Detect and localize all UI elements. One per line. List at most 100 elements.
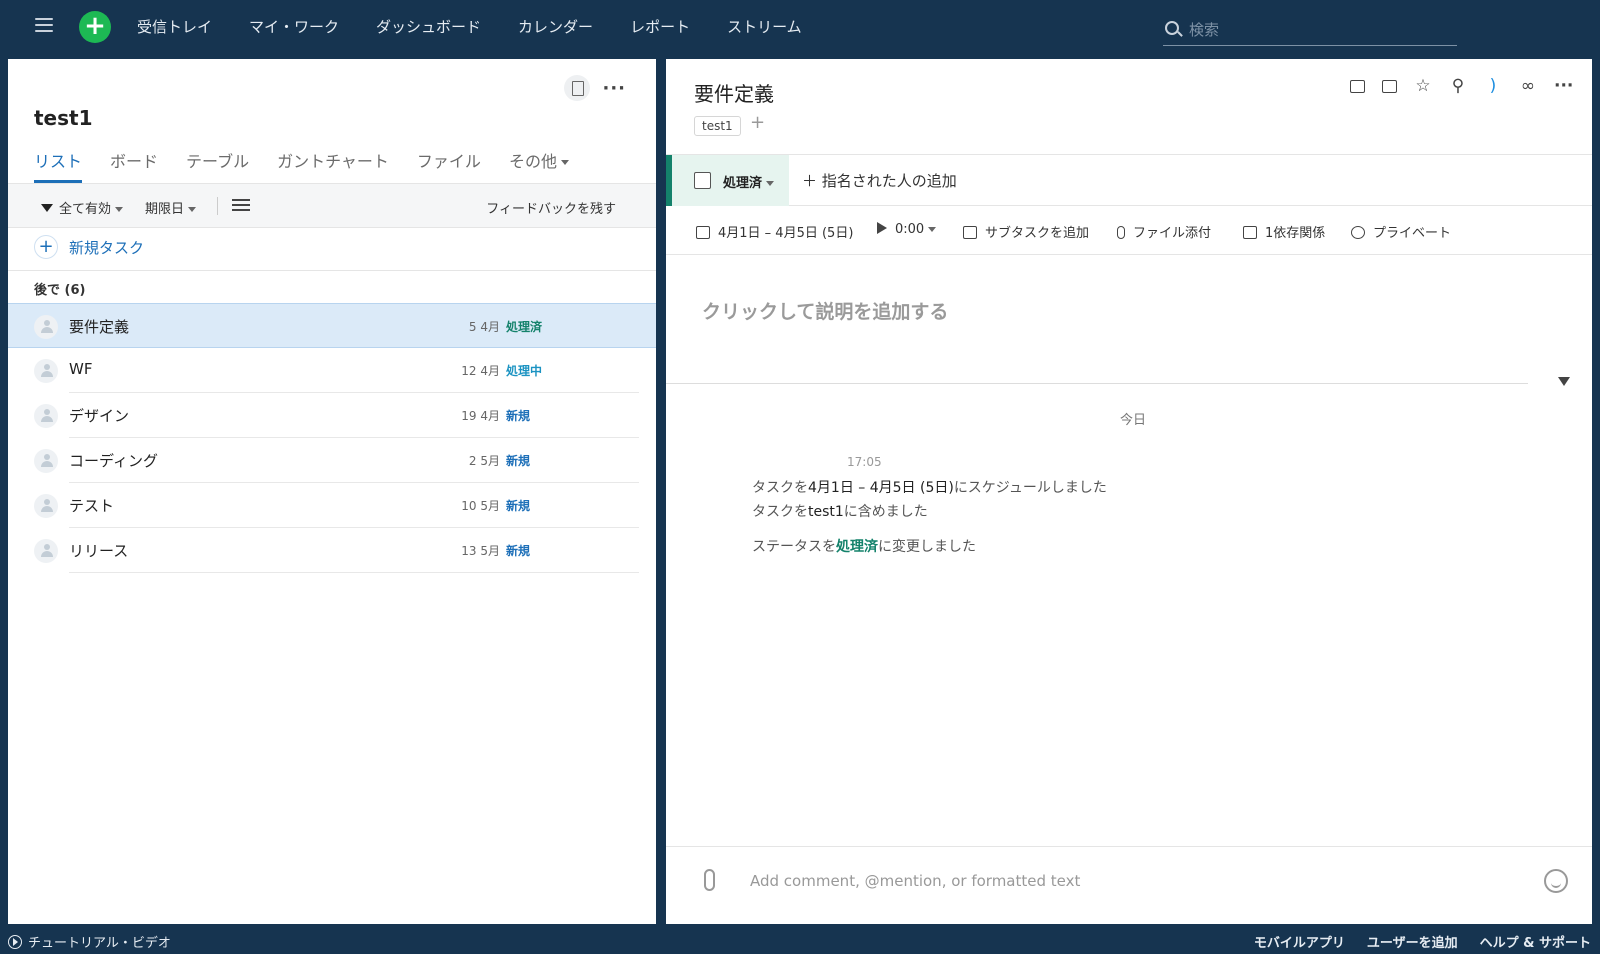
comment-bar [666,846,1592,924]
status-badge[interactable]: 処理済 [506,318,542,335]
group-header[interactable]: 後で (6) [34,279,85,298]
assign-user-icon[interactable] [34,404,58,428]
activity-text: に変更しました [878,539,976,555]
add-user-link[interactable]: ユーザーを追加 [1367,932,1458,951]
status-badge[interactable]: 新規 [506,452,530,469]
table-row[interactable]: コーディング 2 5月 新規 [8,438,656,483]
nav-inbox[interactable]: 受信トレイ [137,16,212,37]
paperclip-icon[interactable] [704,869,715,891]
activity-text: ステータスを [752,539,836,555]
task-date: 19 4月 [461,409,500,423]
task-meta-row: 4月1日 – 4月5日 (5日) 0:00 サブタスクを追加 ファイル添付 1依… [666,207,1592,255]
notes-icon[interactable] [564,75,591,101]
nav-stream[interactable]: ストリーム [727,16,802,37]
activity-entry: ステータスを処理済に変更しました [752,536,976,556]
task-title[interactable]: 要件定義 [694,78,774,107]
task-name[interactable]: コーディング [69,450,158,471]
table-row[interactable]: テスト 10 5月 新規 [8,483,656,528]
pin-icon[interactable]: ⚲ [1449,77,1467,95]
table-row[interactable]: デザイン 19 4月 新規 [8,393,656,438]
new-task-button[interactable]: + 新規タスク [34,235,144,259]
status-dropdown[interactable]: 処理済 [666,155,789,206]
time-tracker[interactable]: 0:00 [877,222,937,237]
status-badge[interactable]: 新規 [506,497,530,514]
follow-icon[interactable]: ) [1484,77,1502,95]
share-label: プライベート [1373,226,1452,241]
tutorial-link[interactable]: チュートリアル・ビデオ [8,932,171,951]
tutorial-label: チュートリアル・ビデオ [28,936,171,951]
activity-entry: タスクをtest1に含めました [752,501,928,521]
tab-list[interactable]: リスト [34,148,83,183]
comment-input[interactable] [750,867,1510,895]
menu-icon[interactable] [35,18,53,36]
calendar-add-icon[interactable] [1382,79,1397,93]
task-name[interactable]: テスト [69,495,114,516]
assign-user-icon[interactable] [34,494,58,518]
task-name[interactable]: WF [69,360,92,378]
help-link[interactable]: ヘルプ & サポート [1480,932,1591,951]
date-range[interactable]: 4月1日 – 4月5日 (5日) [696,222,853,241]
feedback-link[interactable]: フィードバックを残す [486,198,616,217]
project-tag[interactable]: test1 [694,116,741,136]
status-badge[interactable]: 新規 [506,407,530,424]
assign-user-icon[interactable] [34,449,58,473]
task-name[interactable]: リリース [69,540,128,561]
activity-text: タスクを [752,480,808,496]
tab-more-label: その他 [508,152,557,171]
tab-board[interactable]: ボード [110,148,158,183]
description-field[interactable]: クリックして説明を追加する [702,297,948,324]
play-icon [8,934,22,949]
activity-entry: タスクを4月1日 – 4月5日 (5日)にスケジュールしました [752,477,1107,497]
task-name[interactable]: デザイン [69,405,129,426]
table-row[interactable]: 要件定義 5 4月 処理済 [8,303,656,348]
add-subtask-button[interactable]: サブタスクを追加 [963,222,1089,241]
mobile-app-link[interactable]: モバイルアプリ [1254,932,1345,951]
emoji-icon[interactable] [1544,869,1568,893]
more-icon[interactable]: ··· [602,78,626,99]
new-task-label: 新規タスク [69,238,145,257]
task-actions: ☆ ⚲ ) ∞ ··· [1333,77,1573,95]
search-input[interactable] [1189,18,1449,42]
attach-file-button[interactable]: ファイル添付 [1117,222,1211,241]
activity-value: test1 [808,504,844,520]
filter-icon[interactable] [1558,377,1570,386]
calendar-icon [696,226,710,239]
create-button[interactable]: + [79,11,111,43]
link-icon[interactable]: ∞ [1519,77,1537,95]
tab-files[interactable]: ファイル [417,148,481,183]
chevron-down-icon [188,207,197,212]
task-list: 要件定義 5 4月 処理済 WF 12 4月 処理中 デザイン 19 4月 新規… [8,303,656,573]
status-filter[interactable]: 全て有効 [41,198,124,217]
nav-my-work[interactable]: マイ・ワーク [249,16,339,37]
nav-reports[interactable]: レポート [630,16,690,37]
table-row[interactable]: WF 12 4月 処理中 [8,348,656,393]
checklist-icon[interactable] [232,199,250,213]
assign-user-icon[interactable] [34,539,58,563]
tab-gantt[interactable]: ガントチャート [277,148,389,183]
status-badge[interactable]: 新規 [506,542,530,559]
task-name[interactable]: 要件定義 [69,316,129,337]
more-icon[interactable]: ··· [1554,77,1573,95]
complete-checkbox[interactable] [694,172,711,189]
chevron-down-icon [928,227,937,232]
tab-table[interactable]: テーブル [186,148,249,183]
attach-file-label: ファイル添付 [1133,226,1212,241]
dependencies-button[interactable]: 1依存関係 [1243,222,1325,241]
due-date-sort[interactable]: 期限日 [145,198,197,217]
nav-dashboard[interactable]: ダッシュボード [376,16,481,37]
table-row[interactable]: リリース 13 5月 新規 [8,528,656,573]
filter-bar: 全て有効 期限日 フィードバックを残す [8,183,656,228]
add-assignee-button[interactable]: ＋ 指名された人の追加 [802,170,957,191]
add-tag-button[interactable]: + [750,112,765,133]
nav-calendar[interactable]: カレンダー [518,16,593,37]
copy-icon[interactable] [1350,79,1365,93]
chevron-down-icon [115,207,124,212]
tab-more[interactable]: その他 [509,148,569,183]
status-badge[interactable]: 処理中 [506,362,542,379]
assign-user-icon[interactable] [34,359,58,383]
share-button[interactable]: プライベート [1351,222,1451,241]
star-icon[interactable]: ☆ [1414,77,1432,95]
view-tabs: リスト ボード テーブル ガントチャート ファイル その他 [34,148,597,183]
assign-user-icon[interactable] [34,315,58,339]
chevron-down-icon [766,181,775,186]
